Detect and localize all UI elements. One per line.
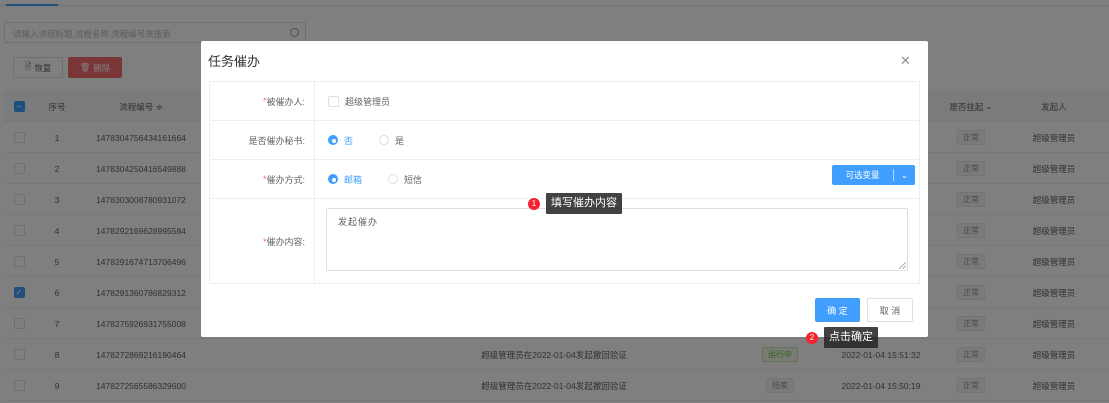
urge-task-dialog: 任务催办 ✕ *被催办人: 超级管理员 是否催办秘书: 否 是 *催办方式: (201, 41, 928, 337)
callout-step-2: 2 点击确定 (806, 327, 878, 348)
content-textarea[interactable]: 发起催办 (326, 208, 908, 271)
method-sms-label[interactable]: 短信 (404, 173, 422, 186)
row-secretary: 是否催办秘书: 否 是 (210, 121, 919, 160)
variables-dropdown-button[interactable]: 可选变量 ⌄ (832, 165, 915, 185)
secretary-yes-radio[interactable] (379, 135, 390, 145)
resize-handle[interactable] (899, 262, 906, 269)
content-label: * 催办内容: (210, 199, 315, 284)
secretary-yes-label[interactable]: 是 (395, 134, 404, 147)
method-email-radio[interactable] (328, 174, 338, 184)
variables-button-label[interactable]: 可选变量 (832, 165, 893, 185)
content-value: 发起催办 (338, 217, 379, 227)
secretary-field: 否 是 (328, 121, 404, 159)
chevron-down-icon[interactable]: ⌄ (894, 165, 915, 185)
handler-field: 超级管理员 (328, 82, 390, 120)
close-icon[interactable]: ✕ (900, 54, 911, 67)
method-sms-radio[interactable] (388, 174, 399, 184)
dialog-title: 任务催办 (208, 54, 261, 69)
row-handler: * 被催办人: 超级管理员 (210, 82, 919, 121)
handler-label: * 被催办人: (210, 82, 315, 120)
step-badge: 2 (806, 331, 818, 344)
secretary-no-label[interactable]: 否 (344, 134, 353, 147)
method-field: 邮箱 短信 (328, 160, 422, 198)
cancel-button[interactable]: 取 消 (867, 298, 913, 322)
secretary-no-radio[interactable] (328, 135, 338, 145)
step-badge: 1 (528, 197, 540, 210)
callout-step-1: 1 填写催办内容 (528, 193, 622, 214)
confirm-button[interactable]: 确 定 (815, 298, 860, 322)
method-label: * 催办方式: (210, 160, 315, 198)
handler-option-label[interactable]: 超级管理员 (345, 95, 390, 108)
secretary-label: 是否催办秘书: (210, 121, 315, 159)
method-email-label[interactable]: 邮箱 (344, 173, 362, 186)
callout-text: 点击确定 (824, 327, 878, 348)
handler-checkbox[interactable] (328, 95, 339, 107)
callout-text: 填写催办内容 (546, 193, 622, 214)
